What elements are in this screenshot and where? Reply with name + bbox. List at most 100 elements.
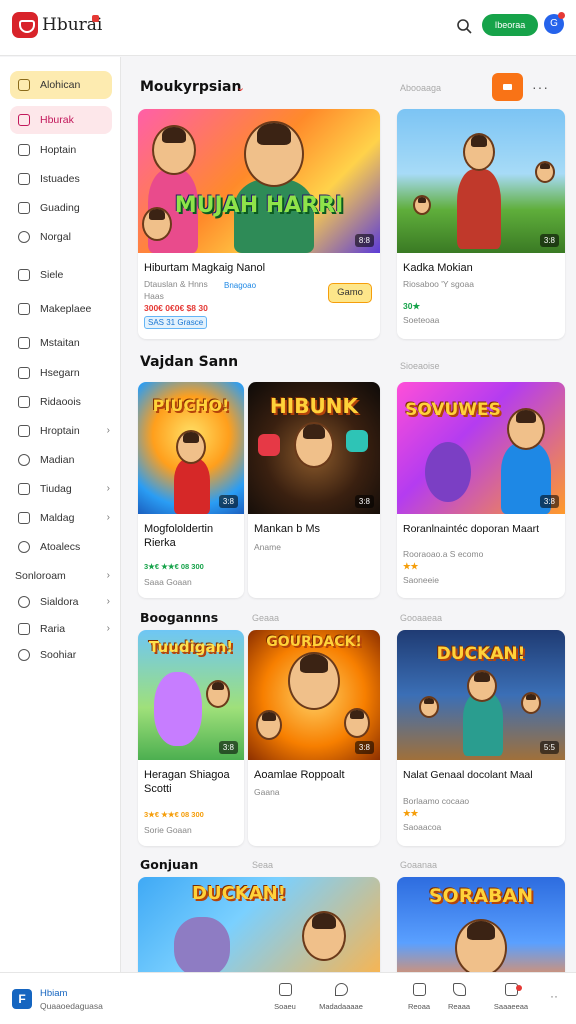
section-link-2[interactable]: Gooaaeaa	[400, 613, 442, 623]
sidebar-item-atoalecs[interactable]: Atoalecs	[10, 533, 112, 561]
store-icon	[18, 79, 30, 91]
card-meta: Saaa Goaan	[144, 577, 192, 587]
card-rating: 3★€ ★★€ 08 300	[144, 810, 204, 819]
notification-dot	[92, 15, 99, 22]
sidebar-item-ridaoois[interactable]: Ridaoois	[10, 388, 112, 416]
section-link[interactable]: Abooaaga	[400, 83, 441, 93]
section-title: Moukyrpsian	[140, 79, 242, 95]
game-card[interactable]: Tuudigan! 3:8 Heragan Shiagoa Scotti 3★€…	[138, 630, 244, 846]
avatar-badge	[558, 12, 565, 19]
card-subtitle: Borlaamo cocaao	[403, 796, 470, 806]
card-title: Roranlnaintéc doporan Maart	[403, 523, 539, 535]
game-card[interactable]: SORABAN	[397, 877, 565, 972]
app-icon[interactable]: F	[12, 989, 32, 1009]
card-meta: Haas	[144, 291, 164, 301]
game-art-title: MUJAH HARRI	[174, 193, 344, 218]
game-art-title: GOURDACK!	[266, 634, 362, 650]
card-rating: 3★€ ★★€ 08 300	[144, 562, 204, 571]
sidebar-item-hsegarn[interactable]: Hsegarn	[10, 359, 112, 387]
card-title: Mankan b Ms	[254, 523, 321, 535]
game-thumbnail: DUCKAN! 5:5	[397, 630, 565, 760]
card-title: Kadka Mokian	[403, 262, 473, 274]
game-thumbnail: MUJAH HARRI 8:8	[138, 109, 380, 253]
bottom-tab-reaaa[interactable]: Reaaa	[436, 983, 482, 1011]
game-thumbnail: DUCKAN!	[138, 877, 380, 972]
game-card[interactable]: MUJAH HARRI 8:8 Hiburtam Magkaig Nanol D…	[138, 109, 380, 339]
sidebar-item-istuades[interactable]: Istuades	[10, 165, 112, 193]
cart-button[interactable]	[492, 73, 523, 101]
game-thumbnail: HIBUNK 3:8	[248, 382, 380, 514]
bottom-tab-saaaeeaa[interactable]: Saaaeeaa	[488, 983, 534, 1011]
shop-icon	[18, 303, 30, 315]
bottom-app-title: Hbiam	[40, 988, 68, 999]
calendar-icon	[18, 173, 30, 185]
card-link[interactable]: Bnagoao	[224, 281, 256, 290]
edit-icon	[18, 623, 30, 635]
game-card[interactable]: DUCKAN! 5:5 Nalat Genaal docolant Maal B…	[397, 630, 565, 846]
sidebar-item-makeplaee[interactable]: Makeplaee	[10, 295, 112, 323]
card-subtitle: Rooraoao.a S ecomo	[403, 549, 484, 559]
chevron-right-icon: ›	[106, 483, 110, 494]
search-icon[interactable]	[456, 18, 472, 34]
bottom-tab-madadaaaae[interactable]: Madadaaaae	[318, 983, 364, 1011]
bell-icon	[18, 454, 30, 466]
play-button[interactable]: Gamo	[328, 283, 372, 303]
rocket-icon	[334, 983, 348, 996]
duration-badge: 5:5	[539, 741, 559, 754]
section-link[interactable]: Seaa	[252, 860, 273, 870]
sidebar-item-hburak[interactable]: Hburak	[10, 106, 112, 134]
primary-action-button[interactable]: Ibeoraa	[482, 14, 538, 36]
app-logo-icon[interactable]	[12, 12, 38, 38]
game-card[interactable]: PIUCHO! 3:8 Mogfololdertin Rierka 3★€ ★★…	[138, 382, 244, 598]
home-icon	[18, 144, 30, 156]
calendar-icon	[18, 367, 30, 379]
sidebar-item-soohiar[interactable]: Soohiar	[10, 641, 112, 669]
more-icon[interactable]: ··	[550, 989, 558, 1003]
game-thumbnail: GOURDACK! 3:8	[248, 630, 380, 760]
chat-icon	[18, 541, 30, 553]
chevron-right-icon: ›	[106, 570, 110, 581]
card-subtitle: Gaana	[254, 787, 280, 797]
notification-dot	[516, 985, 522, 991]
game-card[interactable]: GOURDACK! 3:8 Aoamlae Roppoalt Gaana	[248, 630, 380, 846]
sidebar-item-hroptain[interactable]: Hroptain ›	[10, 417, 112, 445]
sidebar-item-madian[interactable]: Madian	[10, 446, 112, 474]
game-art-title: SOVUWES	[405, 400, 501, 420]
sidebar-section-sonloroam[interactable]: Sonloroam ›	[10, 562, 112, 590]
sidebar-item-siele[interactable]: Siele	[10, 261, 112, 289]
card-meta: Saoneeie	[403, 575, 439, 585]
section-link[interactable]: Sioeaoise	[400, 361, 440, 371]
game-card[interactable]: SOVUWES 3:8 Roranlnaintéc doporan Maart …	[397, 382, 565, 598]
grid-icon	[18, 396, 30, 408]
calendar-icon	[18, 483, 30, 495]
chevron-down-icon[interactable]: ⌄	[236, 81, 245, 94]
sidebar-item-norgal[interactable]: Norgal	[10, 223, 112, 251]
sidebar-item-mstaitan[interactable]: Mstaitan	[10, 329, 112, 357]
section-title: Vajdan Sann	[140, 354, 239, 370]
sidebar-item-guading[interactable]: Guading	[10, 194, 112, 222]
bottom-tab-soaeu[interactable]: Soaeu	[262, 983, 308, 1011]
sidebar-item-hoptain[interactable]: Hoptain	[10, 136, 112, 164]
sidebar-item-alohican[interactable]: Alohican	[10, 71, 112, 99]
card-subtitle: Riosaboo 'Y sgoaa	[403, 279, 474, 289]
section-link-2[interactable]: Goaanaa	[400, 860, 437, 870]
more-icon[interactable]: ···	[532, 79, 549, 95]
sidebar-item-sialdora[interactable]: Sialdora ›	[10, 588, 112, 616]
grid-icon	[18, 114, 30, 126]
card-rating: 30★	[403, 301, 421, 311]
duration-badge: 3:8	[354, 741, 374, 754]
bag-icon	[18, 512, 30, 524]
game-card[interactable]: DUCKAN!	[138, 877, 380, 972]
game-card[interactable]: HIBUNK 3:8 Mankan b Ms Aname	[248, 382, 380, 598]
bag-icon	[412, 983, 426, 996]
section-link[interactable]: Geaaa	[252, 613, 279, 623]
card-title: Heragan Shiagoa Scotti	[144, 769, 230, 795]
sidebar-item-raria[interactable]: Raria ›	[10, 615, 112, 643]
sidebar-item-tiudag[interactable]: Tiudag ›	[10, 475, 112, 503]
game-card[interactable]: 3:8 Kadka Mokian Riosaboo 'Y sgoaa 30★ S…	[397, 109, 565, 339]
card-title: Mogfololdertin Rierka	[144, 523, 214, 549]
game-art-title: PIUCHO!	[152, 396, 230, 415]
game-art-title: DUCKAN!	[436, 644, 526, 664]
sidebar-item-maldag[interactable]: Maldag ›	[10, 504, 112, 532]
card-subtitle: Aname	[254, 542, 281, 552]
